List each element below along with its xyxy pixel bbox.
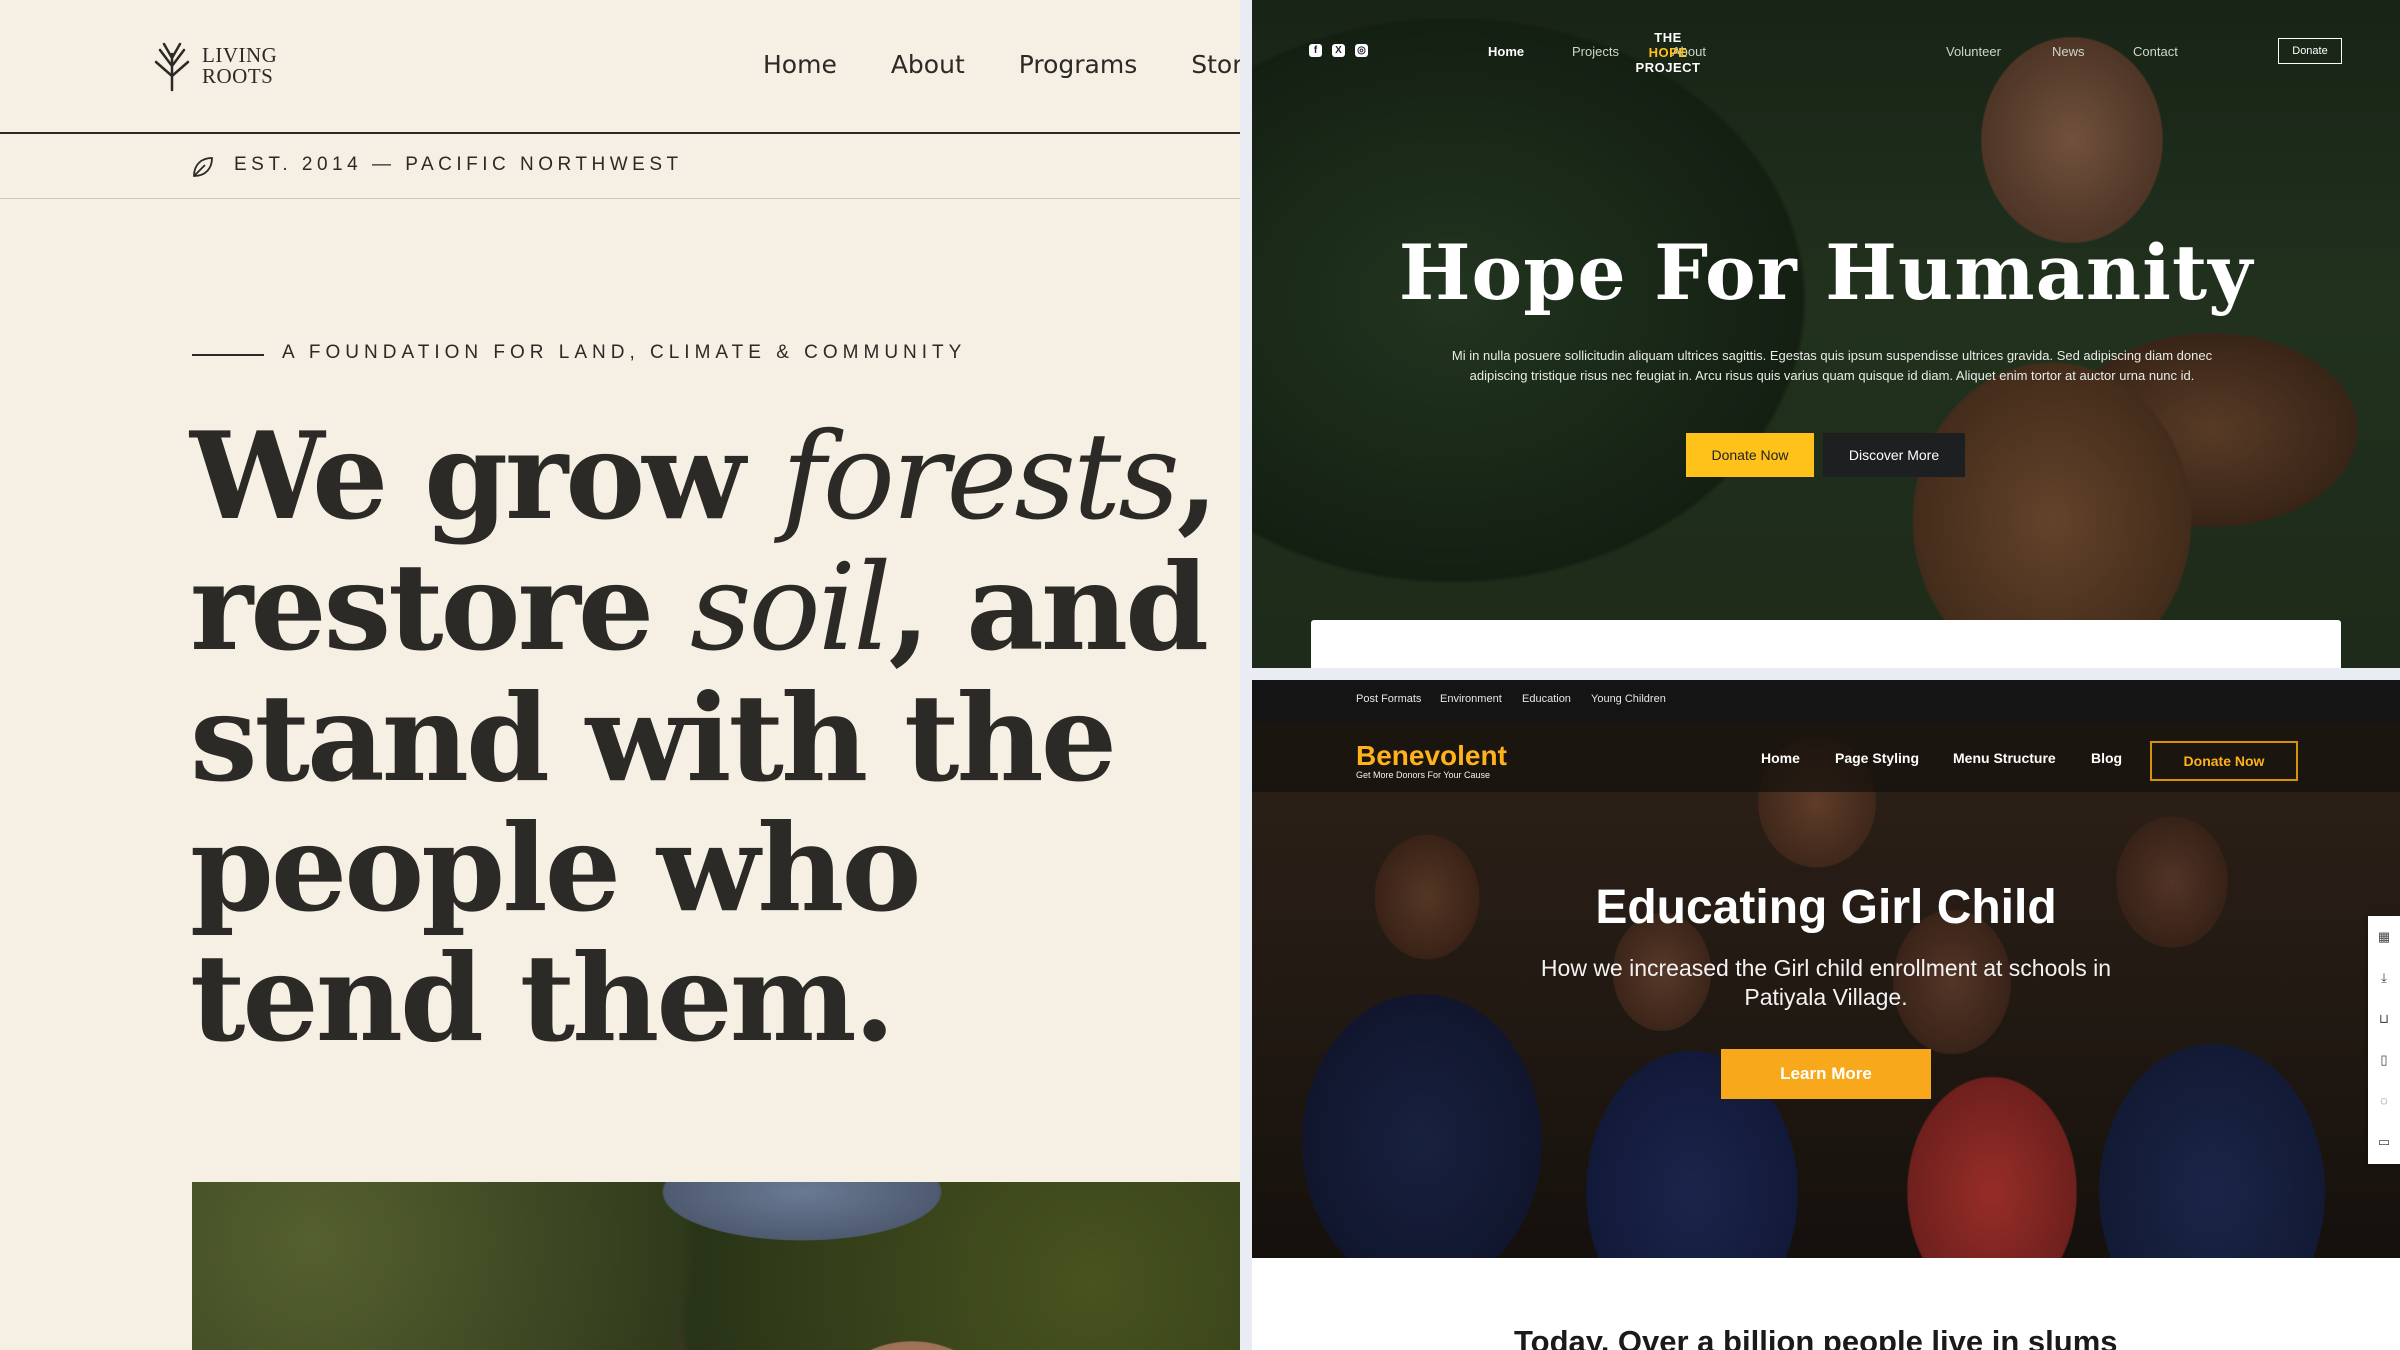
main-nav: Home About Programs Storie [763,50,1240,79]
section-heading: Today, Over a billion people live in slu… [1514,1324,2118,1350]
nav-page-styling[interactable]: Page Styling [1835,750,1919,766]
pane-divider [1240,0,1252,1350]
logo[interactable]: LIVING ROOTS [150,40,277,92]
brand-tagline: Get More Donors For Your Cause [1356,770,1491,780]
nav-news[interactable]: News [2052,44,2085,59]
kicker-text: A FOUNDATION FOR LAND, CLIMATE & COMMUNI… [282,342,967,363]
headline-italic-soil: soil [689,539,892,678]
nav-menu-structure[interactable]: Menu Structure [1953,750,2056,766]
brand-line-1: THE [1654,30,1682,45]
nav-programs[interactable]: Programs [1019,50,1138,79]
hero-title: Hope For Humanity [1398,228,2254,317]
grid-icon[interactable]: ▦ [2368,916,2400,957]
category-post-formats[interactable]: Post Formats [1356,693,1421,705]
nav-volunteer[interactable]: Volunteer [1946,44,2001,59]
social-links: f X ◎ [1309,44,1368,57]
brand-logo[interactable]: THE HOPE PROJECT [1592,30,1744,75]
nav-about[interactable]: About [891,50,965,79]
headline-italic-forests: forests [781,408,1179,547]
cart-icon[interactable]: ⊔ [2368,998,2400,1039]
nav-home[interactable]: Home [1761,750,1800,766]
logo-line-2: ROOTS [202,64,274,88]
hero-subtitle: How we increased the Girl child enrollme… [1540,955,2112,1010]
content-card [1311,620,2341,668]
learn-more-button[interactable]: Learn More [1721,1049,1931,1099]
brand-name[interactable]: Benevolent [1356,740,1507,772]
logo-line-1: LIVING [202,43,278,67]
instagram-icon[interactable]: ◎ [1355,44,1368,57]
donate-now-button[interactable]: Donate Now [2150,741,2298,781]
nav-stories[interactable]: Storie [1191,50,1240,79]
established-text: EST. 2014 — PACIFIC NORTHWEST [234,154,683,175]
tree-icon [154,42,190,92]
nav-home[interactable]: Home [763,50,837,79]
donate-button[interactable]: Donate [2278,38,2342,64]
category-education[interactable]: Education [1522,693,1571,705]
brand-line-3: PROJECT [1635,60,1701,75]
nav-contact[interactable]: Contact [2133,44,2178,59]
category-environment[interactable]: Environment [1440,693,1502,705]
living-roots-page: LIVING ROOTS Home About Programs Storie … [0,0,1240,1350]
nav-blog[interactable]: Blog [2091,750,2122,766]
donate-now-button[interactable]: Donate Now [1686,433,1814,477]
site-header: LIVING ROOTS Home About Programs Storie [0,0,1240,134]
document-icon[interactable]: ▯ [2368,1039,2400,1080]
discover-more-button[interactable]: Discover More [1823,433,1965,477]
hero-title: Educating Girl Child [1595,881,2057,934]
hope-project-page: f X ◎ Home Projects About THE HOPE PROJE… [1252,0,2400,668]
headline-part-1: We grow [190,406,782,547]
established-bar: EST. 2014 — PACIFIC NORTHWEST [0,134,1240,199]
leaf-icon [193,157,213,177]
side-toolbar: ▦ ⤓ ⊔ ▯ ◌ ▭ [2368,916,2400,1164]
category-bar: Post Formats Environment Education Young… [1252,680,2400,722]
hero-headline: We grow forests, restore soil, and stand… [190,412,1230,1064]
hero-photo [192,1182,1240,1350]
x-icon[interactable]: X [1332,44,1345,57]
card-icon[interactable]: ▭ [2368,1121,2400,1162]
brand-line-2: HOPE [1648,45,1688,60]
download-icon[interactable]: ⤓ [2368,957,2400,998]
hero-body: Mi in nulla posuere sollicitudin aliquam… [1451,348,2213,383]
hero-overlay [1252,0,2400,668]
logo-text: LIVING ROOTS [202,45,277,87]
category-young-children[interactable]: Young Children [1591,693,1666,705]
facebook-icon[interactable]: f [1309,44,1322,57]
benevolent-page: Post Formats Environment Education Young… [1252,680,2400,1350]
chat-icon[interactable]: ◌ [2368,1080,2400,1121]
nav-home[interactable]: Home [1488,44,1524,59]
kicker-rule [192,354,264,356]
